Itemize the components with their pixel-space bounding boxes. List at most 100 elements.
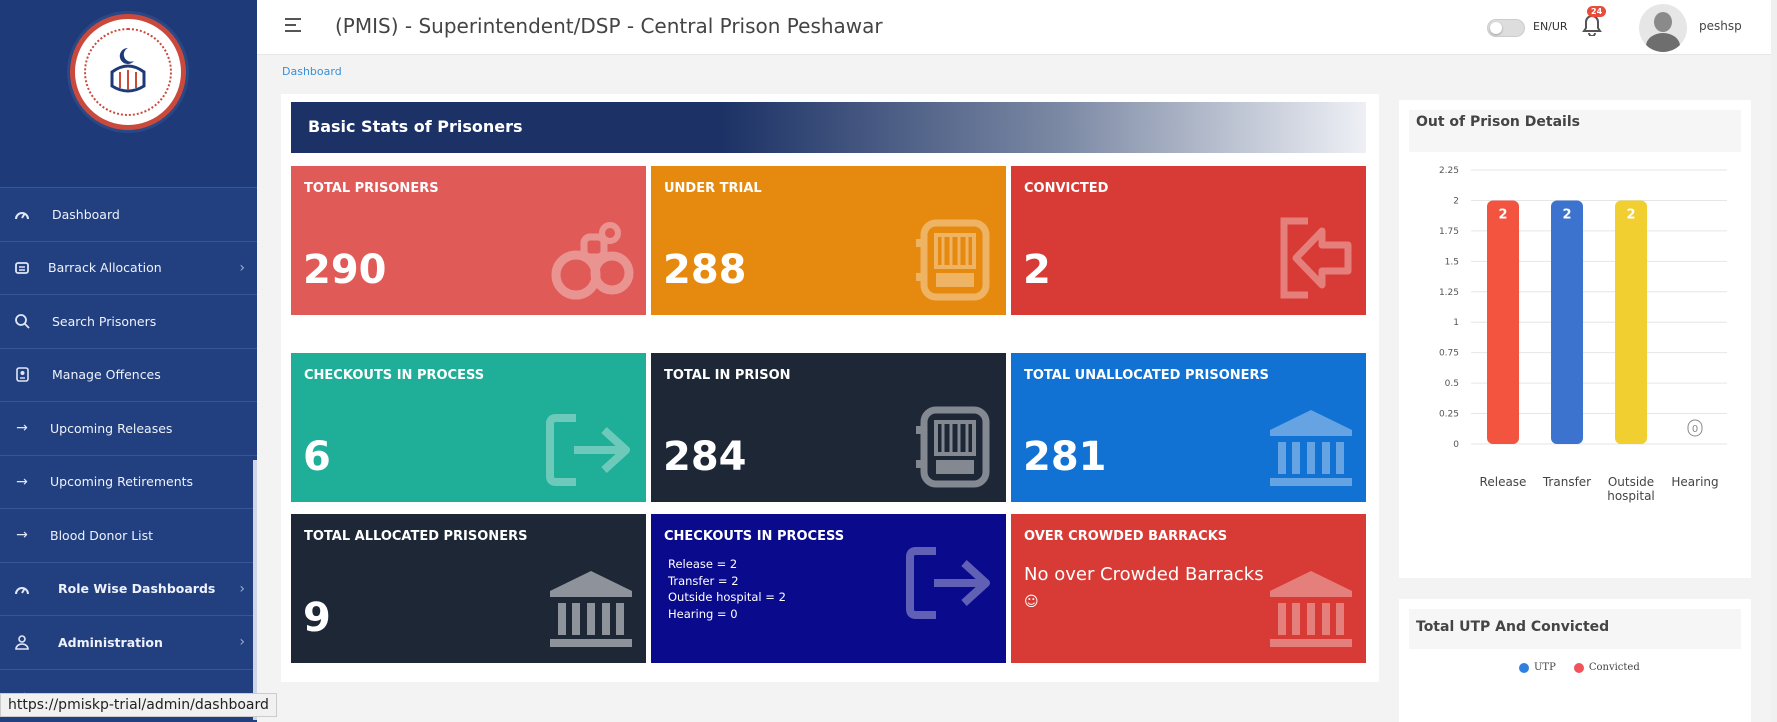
y-tick-label: 1.75: [1439, 227, 1459, 237]
tile-title: TOTAL UNALLOCATED PRISONERS: [1024, 368, 1269, 383]
tile-value: 2: [1023, 247, 1051, 293]
y-tick-label: 2: [1453, 196, 1459, 206]
tile-under-trial[interactable]: UNDER TRIAL 288: [651, 166, 1006, 315]
emblem-icon: [110, 47, 146, 93]
menu-toggle-icon[interactable]: [285, 18, 301, 36]
checkout-transfer-line: Transfer = 2: [668, 573, 739, 588]
tile-value: 9: [303, 595, 331, 641]
sidebar-item-label: Administration: [58, 634, 163, 650]
sidebar-item-upcoming-retirements[interactable]: → Upcoming Retirements: [0, 455, 257, 509]
y-tick-label: 0.5: [1445, 379, 1459, 389]
tile-title: TOTAL ALLOCATED PRISONERS: [304, 529, 528, 544]
tile-total-allocated-prisoners[interactable]: TOTAL ALLOCATED PRISONERS 9: [291, 514, 646, 663]
legend-item-convicted[interactable]: Convicted: [1573, 662, 1640, 673]
y-tick-label: 2.25: [1439, 166, 1459, 176]
tile-convicted[interactable]: CONVICTED 2: [1011, 166, 1366, 315]
out-of-prison-title: Out of Prison Details: [1416, 114, 1580, 130]
tile-total-in-prison[interactable]: TOTAL IN PRISON 284: [651, 353, 1006, 502]
speedometer-icon: [12, 208, 32, 220]
chevron-right-icon: ›: [239, 580, 245, 597]
institution-icon: [1268, 408, 1354, 492]
stats-banner: Basic Stats of Prisoners: [291, 102, 1366, 153]
y-tick-label: 1.25: [1439, 288, 1459, 298]
tile-title: OVER CROWDED BARRACKS: [1024, 529, 1228, 544]
utp-legend: UTP Convicted: [1519, 662, 1640, 673]
sidebar-item-barrack-allocation[interactable]: Barrack Allocation ›: [0, 241, 257, 295]
tile-total-unallocated-prisoners[interactable]: TOTAL UNALLOCATED PRISONERS 281: [1011, 353, 1366, 502]
kpk-logo[interactable]: [70, 14, 186, 130]
x-tick-label: Hearing: [1671, 475, 1718, 489]
x-tick-label: Outside: [1608, 475, 1654, 489]
utp-convicted-card: Total UTP And Convicted UTP Convicted: [1399, 599, 1751, 722]
sidebar-item-label: Barrack Allocation: [48, 260, 162, 276]
tile-checkouts-breakdown[interactable]: CHECKOUTS IN PROCESS Release = 2 Transfe…: [651, 514, 1006, 663]
legend-label: UTP: [1534, 662, 1556, 673]
checkout-release-line: Release = 2: [668, 557, 738, 571]
chevron-right-icon: ›: [239, 634, 245, 651]
sidebar-item-label: Role Wise Dashboards: [58, 581, 216, 597]
bar-data-label: 0: [1692, 424, 1698, 435]
tile-checkouts-in-process[interactable]: CHECKOUTS IN PROCESS 6: [291, 353, 646, 502]
arrow-right-icon: →: [16, 420, 28, 437]
tile-total-prisoners[interactable]: TOTAL PRISONERS 290: [291, 166, 646, 315]
sidebar-item-role-wise-dashboards[interactable]: Role Wise Dashboards ›: [0, 562, 257, 616]
out-of-prison-chart: 0 0.25 0.5 0.75 1 1.25 1.5 1.75 2 2.25 2 Release 2 Tr…: [1439, 166, 1727, 503]
sidebar-item-search-prisoners[interactable]: Search Prisoners: [0, 295, 257, 349]
tile-value: 6: [303, 434, 331, 480]
utp-convicted-title: Total UTP And Convicted: [1416, 619, 1610, 635]
status-bar-url: https://pmiskp-trial/admin/dashboard: [0, 693, 277, 717]
x-tick-label: Release: [1480, 475, 1527, 489]
sidebar-item-administration[interactable]: Administration ›: [0, 616, 257, 670]
notification-count-badge: 24: [1587, 6, 1607, 17]
legend-swatch: [1573, 662, 1584, 673]
notification-bell-icon[interactable]: [1582, 14, 1602, 42]
sidebar-item-manage-offences[interactable]: Manage Offences: [0, 348, 257, 402]
y-tick-label: 1.5: [1445, 257, 1459, 267]
jail-cell-icon: [916, 406, 994, 492]
x-tick-label: Transfer: [1542, 475, 1591, 489]
sidebar-item-label: Manage Offences: [52, 367, 161, 383]
avatar[interactable]: [1639, 4, 1687, 52]
sidebar-scrollbar[interactable]: [253, 460, 257, 720]
sidebar-item-upcoming-releases[interactable]: → Upcoming Releases: [0, 402, 257, 456]
tile-title: TOTAL PRISONERS: [304, 181, 439, 196]
checkout-hospital-line: Outside hospital = 2: [668, 590, 786, 604]
bar-data-label: 2: [1498, 207, 1507, 222]
basic-stats-card: Basic Stats of Prisoners TOTAL PRISONERS…: [281, 94, 1379, 682]
sidebar-item-dashboard[interactable]: Dashboard: [0, 188, 257, 242]
tile-value: 284: [663, 434, 747, 480]
sign-out-icon: [546, 412, 634, 492]
tile-title: CHECKOUTS IN PROCESS: [304, 368, 485, 383]
page-title: (PMIS) - Superintendent/DSP - Central Pr…: [335, 14, 883, 38]
sidebar-item-blood-donor-list[interactable]: → Blood Donor List: [0, 509, 257, 563]
sign-out-icon: [906, 545, 994, 625]
sidebar-item-label: Upcoming Releases: [50, 420, 173, 436]
arrow-right-icon: →: [16, 473, 28, 490]
chevron-right-icon: ›: [239, 259, 245, 276]
checkout-breakdown-list: Release = 2 Transfer = 2 Outside hospita…: [668, 556, 786, 622]
bar-data-label: 2: [1626, 207, 1635, 222]
tile-title: UNDER TRIAL: [664, 181, 762, 196]
logo-emblem: [84, 28, 172, 116]
page-scrollbar[interactable]: [1771, 0, 1777, 722]
arrow-right-icon: →: [16, 527, 28, 544]
checkout-hearing-line: Hearing = 0: [668, 606, 738, 621]
sidebar-logo-area: [0, 0, 257, 188]
bar: [1487, 200, 1519, 444]
smiley-icon: ☺: [1024, 594, 1039, 610]
bar: [1551, 200, 1583, 444]
username[interactable]: peshsp: [1699, 19, 1742, 33]
legend-item-utp[interactable]: UTP: [1519, 662, 1556, 673]
tile-title: CHECKOUTS IN PROCESS: [664, 529, 845, 544]
breadcrumb[interactable]: Dashboard: [282, 65, 342, 78]
no-overcrowded-message: No over Crowded Barracks: [1024, 564, 1264, 585]
user-icon: [12, 634, 32, 650]
y-tick-label: 0: [1453, 440, 1459, 450]
tile-value: 290: [303, 247, 387, 293]
search-icon: [12, 313, 32, 329]
y-tick-label: 0.25: [1439, 410, 1459, 420]
sidebar-item-label: Dashboard: [52, 206, 120, 222]
language-toggle[interactable]: [1487, 19, 1525, 37]
tile-over-crowded-barracks[interactable]: OVER CROWDED BARRACKS No over Crowded Ba…: [1011, 514, 1366, 663]
out-of-prison-card: Out of Prison Details 0 0.25 0.5 0.75 1 1.25 1…: [1399, 100, 1751, 578]
